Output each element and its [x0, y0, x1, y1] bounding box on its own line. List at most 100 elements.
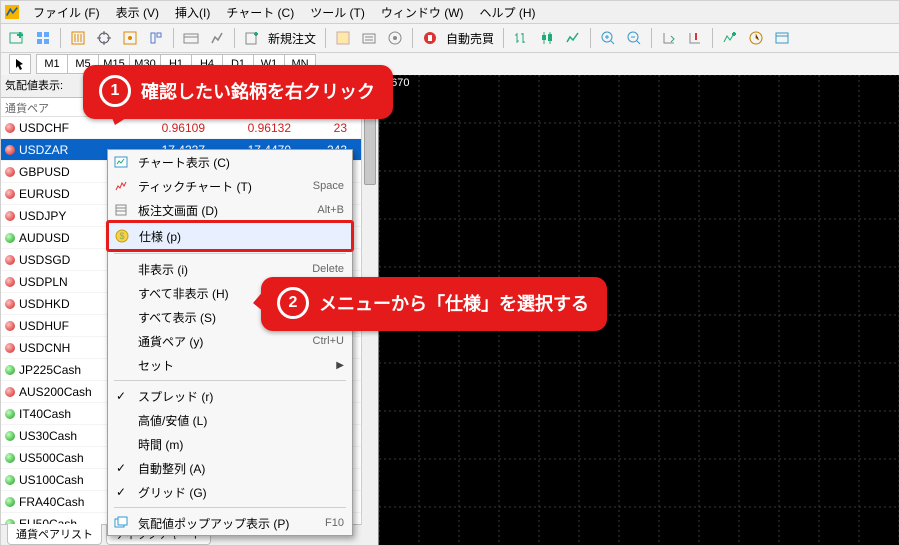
menu-file[interactable]: ファイル (F): [25, 2, 108, 23]
bar-chart-button[interactable]: [509, 26, 533, 50]
separator: [325, 28, 326, 48]
crosshair-button[interactable]: [92, 26, 116, 50]
chart-shift-button[interactable]: [683, 26, 707, 50]
line-chart-button[interactable]: [561, 26, 585, 50]
symbol-name: USDJPY: [19, 209, 66, 223]
shortcut-label: Delete: [312, 263, 344, 275]
indicators-button[interactable]: [718, 26, 742, 50]
annotation-callout-2: 2 メニューから「仕様」を選択する: [261, 277, 607, 331]
ctx-item-label: 非表示 (i): [138, 261, 304, 278]
menu-separator: [114, 253, 346, 254]
symbol-name: AUDUSD: [19, 231, 70, 245]
separator: [173, 28, 174, 48]
auto-trading-label[interactable]: 自動売買: [444, 30, 498, 47]
fullscreen-button[interactable]: [383, 26, 407, 50]
zoom-out-button[interactable]: [622, 26, 646, 50]
ctx-item[interactable]: 気配値ポップアップ表示 (P)F10: [108, 511, 352, 535]
ctx-item[interactable]: ✓自動整列 (A): [108, 456, 352, 480]
new-order-label[interactable]: 新規注文: [266, 30, 320, 47]
separator: [590, 28, 591, 48]
symbol-name: USDCHF: [19, 121, 69, 135]
callout-text: 確認したい銘柄を右クリック: [141, 78, 375, 104]
menu-help[interactable]: ヘルプ (H): [472, 2, 544, 23]
direction-icon: [5, 475, 15, 485]
profiles-button[interactable]: [31, 26, 55, 50]
separator: [712, 28, 713, 48]
chart-icon: [112, 153, 130, 171]
menu-insert[interactable]: 挿入(I): [167, 2, 218, 23]
ctx-item[interactable]: 時間 (m): [108, 432, 352, 456]
direction-icon: [5, 365, 15, 375]
symbol-name: GBPUSD: [19, 165, 70, 179]
ctx-item[interactable]: ティックチャート (T)Space: [108, 174, 352, 198]
auto-scroll-button[interactable]: [657, 26, 681, 50]
options-button[interactable]: [357, 26, 381, 50]
shortcut-label: F10: [325, 517, 344, 529]
ctx-item-label: 仕様 (p): [139, 228, 343, 245]
zoom-in-button[interactable]: [596, 26, 620, 50]
direction-icon: [5, 189, 15, 199]
blank-icon: [112, 284, 130, 302]
direction-icon: [5, 453, 15, 463]
ctx-item-label: チャート表示 (C): [138, 154, 344, 171]
submenu-arrow-icon: ▶: [336, 360, 344, 371]
tab-symbol-list[interactable]: 通貨ペアリスト: [7, 524, 102, 545]
ask-value: 0.96132: [211, 121, 297, 135]
ctx-item-label: ティックチャート (T): [138, 178, 305, 195]
separator: [651, 28, 652, 48]
symbol-name: USDHUF: [19, 319, 69, 333]
templates-button[interactable]: [770, 26, 794, 50]
symbol-name: JP225Cash: [19, 363, 81, 377]
ctx-item-label: セット: [138, 357, 344, 374]
navigator-button[interactable]: [144, 26, 168, 50]
terminal-button[interactable]: [179, 26, 203, 50]
ctx-item[interactable]: チャート表示 (C): [108, 150, 352, 174]
scrollbar-thumb[interactable]: [364, 113, 376, 185]
ctx-item[interactable]: ✓グリッド (G): [108, 480, 352, 504]
timeframe-M1[interactable]: M1: [36, 54, 68, 74]
separator: [503, 28, 504, 48]
symbol-name: AUS200Cash: [19, 385, 92, 399]
meta-editor-button[interactable]: [331, 26, 355, 50]
ctx-item-label: スプレッド (r): [138, 388, 344, 405]
symbol-name: FRA40Cash: [19, 495, 84, 509]
symbol-name: USDSGD: [19, 253, 70, 267]
menu-view[interactable]: 表示 (V): [108, 2, 167, 23]
blank-icon: [112, 356, 130, 374]
blank-icon: [112, 308, 130, 326]
data-window-button[interactable]: [118, 26, 142, 50]
market-row-USDCHF[interactable]: USDCHF0.961090.9613223: [1, 117, 378, 139]
direction-icon: [5, 277, 15, 287]
check-icon: ✓: [112, 483, 130, 501]
ctx-item[interactable]: 通貨ペア (y)Ctrl+U: [108, 329, 352, 353]
menu-chart[interactable]: チャート (C): [218, 2, 302, 23]
periods-button[interactable]: [744, 26, 768, 50]
ctx-item[interactable]: 板注文画面 (D)Alt+B: [108, 198, 352, 222]
check-icon: ✓: [112, 387, 130, 405]
symbol-name: EURUSD: [19, 187, 70, 201]
market-watch-button[interactable]: [66, 26, 90, 50]
ctx-item-label: 時間 (m): [138, 436, 344, 453]
direction-icon: [5, 497, 15, 507]
ctx-item[interactable]: $仕様 (p): [106, 220, 354, 252]
menu-window[interactable]: ウィンドウ (W): [373, 2, 472, 23]
spread-value: 23: [297, 121, 353, 135]
new-chart-button[interactable]: [5, 26, 29, 50]
candlestick-button[interactable]: [535, 26, 559, 50]
direction-icon: [5, 299, 15, 309]
menu-tools[interactable]: ツール (T): [302, 2, 373, 23]
separator: [60, 28, 61, 48]
ctx-item[interactable]: ✓ スプレッド (r): [108, 384, 352, 408]
direction-icon: [5, 233, 15, 243]
symbol-name: USDPLN: [19, 275, 68, 289]
menu-separator: [114, 380, 346, 381]
cursor-button[interactable]: [9, 54, 31, 74]
strategy-tester-button[interactable]: [205, 26, 229, 50]
ctx-item-label: 板注文画面 (D): [138, 202, 309, 219]
direction-icon: [5, 431, 15, 441]
auto-trading-button[interactable]: [418, 26, 442, 50]
ctx-item[interactable]: セット▶: [108, 353, 352, 377]
callout-number: 1: [99, 75, 131, 107]
ctx-item[interactable]: 高値/安値 (L): [108, 408, 352, 432]
new-order-button[interactable]: [240, 26, 264, 50]
